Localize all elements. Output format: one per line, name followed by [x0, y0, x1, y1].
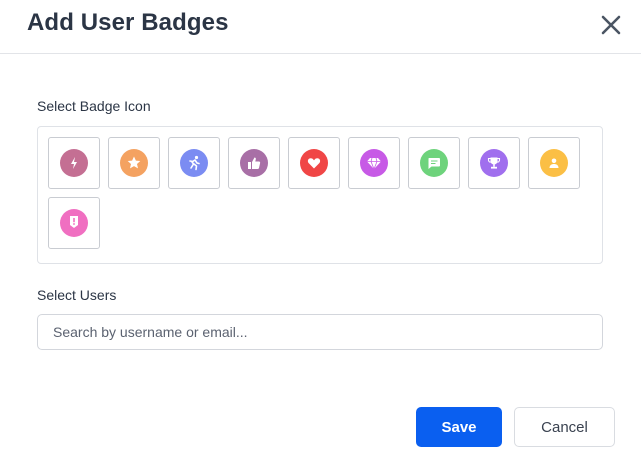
- badge-icon-grid: [37, 126, 603, 264]
- user-icon: [549, 158, 559, 168]
- badge-option-star[interactable]: [108, 137, 160, 189]
- badge-circle: [360, 149, 388, 177]
- diamond-icon: [367, 157, 381, 171]
- badge-circle: [540, 149, 568, 177]
- badge-circle: [240, 149, 268, 177]
- close-icon: [601, 15, 621, 35]
- close-button[interactable]: [596, 10, 626, 40]
- badge-circle: [120, 149, 148, 177]
- badge-option-runner[interactable]: [168, 137, 220, 189]
- badge-option-chat[interactable]: [408, 137, 460, 189]
- user-search-input[interactable]: [37, 314, 603, 350]
- save-button[interactable]: Save: [416, 407, 502, 447]
- cancel-button[interactable]: Cancel: [514, 407, 615, 447]
- medal-icon: [70, 216, 78, 228]
- badge-circle: [60, 209, 88, 237]
- badge-option-lightning[interactable]: [48, 137, 100, 189]
- badge-option-medal[interactable]: [48, 197, 100, 249]
- select-users-label: Select Users: [37, 287, 117, 303]
- badge-option-trophy[interactable]: [468, 137, 520, 189]
- badge-icon-label: Select Badge Icon: [37, 98, 151, 114]
- star-icon: [127, 156, 141, 169]
- badge-circle: [300, 149, 328, 177]
- badge-circle: [60, 149, 88, 177]
- badge-option-thumbs-up[interactable]: [228, 137, 280, 189]
- dialog-title: Add User Badges: [27, 9, 229, 36]
- lightning-icon: [71, 157, 77, 169]
- heart-icon: [307, 158, 321, 169]
- badge-circle: [480, 149, 508, 177]
- badge-option-heart[interactable]: [288, 137, 340, 189]
- badge-circle: [180, 149, 208, 177]
- badge-circle: [420, 149, 448, 177]
- runner-icon: [189, 155, 200, 171]
- dialog-header: Add User Badges: [0, 0, 641, 54]
- chat-icon: [428, 158, 440, 169]
- trophy-icon: [487, 157, 501, 169]
- thumbs-up-icon: [248, 157, 261, 169]
- badge-option-user[interactable]: [528, 137, 580, 189]
- badge-option-diamond[interactable]: [348, 137, 400, 189]
